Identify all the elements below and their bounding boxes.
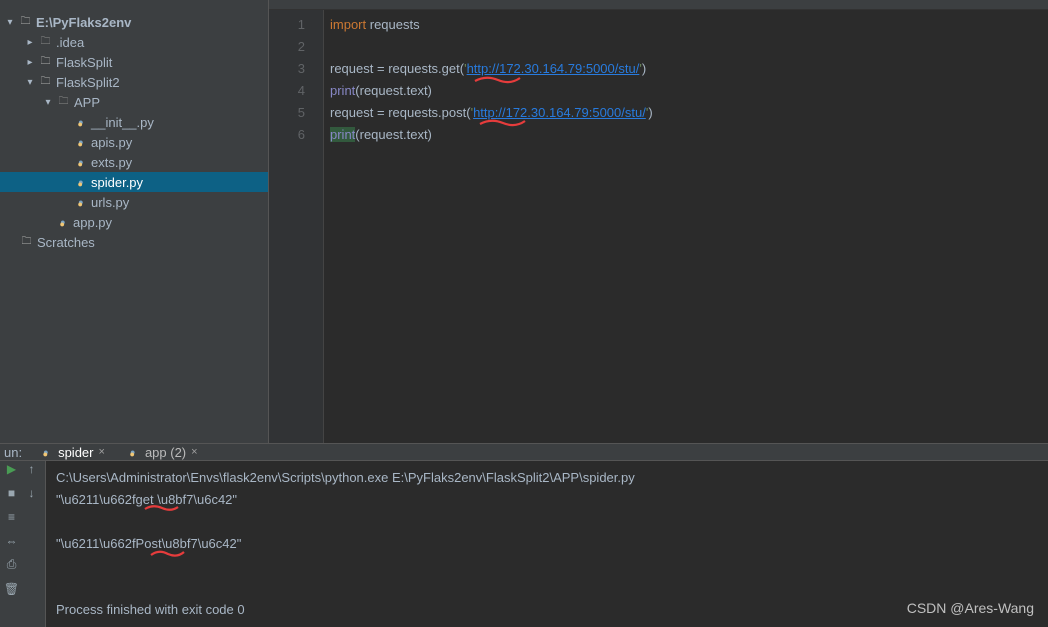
run-tab-label: spider bbox=[58, 445, 93, 460]
tree-label: FlaskSplit2 bbox=[54, 75, 120, 90]
console-line: Process finished with exit code 0 bbox=[56, 599, 1038, 621]
tree-label: urls.py bbox=[89, 195, 129, 210]
run-panel: un: spider × app (2) × ▶ ■ ≡ ⇔ ⎙ 🗑 ↑ ↓ C:\U… bbox=[0, 444, 1048, 627]
console-line bbox=[56, 555, 1038, 577]
python-file-icon bbox=[73, 175, 88, 190]
tree-item[interactable]: apis.py bbox=[0, 132, 268, 152]
console-line bbox=[56, 577, 1038, 599]
tree-item[interactable]: __init__.py bbox=[0, 112, 268, 132]
project-toolbar bbox=[0, 0, 268, 10]
delete-icon[interactable]: 🗑 bbox=[4, 581, 19, 596]
run-tab[interactable]: app (2) × bbox=[123, 445, 200, 460]
code-editor[interactable]: 123456 import requests request = request… bbox=[269, 10, 1048, 443]
tree-item[interactable]: 🗀.idea bbox=[0, 32, 268, 52]
tree-label: Scratches bbox=[35, 235, 95, 250]
python-file-icon bbox=[73, 155, 88, 170]
code-line[interactable] bbox=[330, 36, 653, 58]
console-line: "\u6211\u662fPost\u8bf7\u6c42" bbox=[56, 533, 1038, 555]
chevron-down-icon[interactable] bbox=[23, 77, 37, 88]
tree-item[interactable]: urls.py bbox=[0, 192, 268, 212]
tree-item[interactable]: 🗀FlaskSplit2 bbox=[0, 72, 268, 92]
tree-root[interactable]: 🗀 E:\PyFlaks2env bbox=[0, 12, 268, 32]
python-file-icon bbox=[38, 445, 53, 460]
tree-item[interactable]: exts.py bbox=[0, 152, 268, 172]
run-tab-label: app (2) bbox=[145, 445, 186, 460]
close-icon[interactable]: × bbox=[191, 446, 197, 458]
tree-label: E:\PyFlaks2env bbox=[34, 15, 131, 30]
run-tab[interactable]: spider × bbox=[36, 445, 107, 460]
folder-icon: 🗀 bbox=[38, 75, 53, 90]
soft-wrap-icon[interactable]: ⇔ bbox=[4, 533, 19, 548]
layout-icon[interactable]: ≡ bbox=[4, 509, 19, 524]
tree-label: spider.py bbox=[89, 175, 143, 190]
tree-label: __init__.py bbox=[89, 115, 154, 130]
chevron-down-icon[interactable] bbox=[3, 17, 17, 28]
tree-label: exts.py bbox=[89, 155, 132, 170]
folder-icon: 🗀 bbox=[19, 235, 34, 250]
close-icon[interactable]: × bbox=[99, 446, 105, 458]
red-annotation bbox=[150, 543, 186, 565]
tree-label: app.py bbox=[71, 215, 112, 230]
folder-icon: 🗀 bbox=[38, 35, 53, 50]
stop-icon[interactable]: ■ bbox=[4, 485, 19, 500]
tree-item[interactable]: 🗀Scratches bbox=[0, 232, 268, 252]
tree-label: APP bbox=[72, 95, 100, 110]
tree-item[interactable]: 🗀APP bbox=[0, 92, 268, 112]
console-line: "\u6211\u662fget \u8bf7\u6c42" bbox=[56, 489, 1038, 511]
tree-item[interactable]: app.py bbox=[0, 212, 268, 232]
print-icon[interactable]: ⎙ bbox=[4, 557, 19, 572]
red-annotation bbox=[474, 70, 522, 92]
console-line: C:\Users\Administrator\Envs\flask2env\Sc… bbox=[56, 467, 1038, 489]
folder-icon: 🗀 bbox=[18, 15, 33, 30]
tree-label: .idea bbox=[54, 35, 84, 50]
run-tabs: un: spider × app (2) × bbox=[0, 444, 1048, 461]
python-file-icon bbox=[125, 445, 140, 460]
down-icon[interactable]: ↓ bbox=[24, 485, 39, 500]
chevron-right-icon[interactable] bbox=[23, 57, 37, 68]
chevron-right-icon[interactable] bbox=[23, 37, 37, 48]
python-file-icon bbox=[73, 195, 88, 210]
tree-item[interactable]: spider.py bbox=[0, 172, 268, 192]
rerun-icon[interactable]: ▶ bbox=[4, 461, 19, 476]
code-line[interactable]: import requests bbox=[330, 14, 653, 36]
python-file-icon bbox=[55, 215, 70, 230]
python-file-icon bbox=[73, 115, 88, 130]
run-panel-label: un: bbox=[4, 445, 22, 460]
up-icon[interactable]: ↑ bbox=[24, 461, 39, 476]
tree-label: FlaskSplit bbox=[54, 55, 112, 70]
console-line bbox=[56, 511, 1038, 533]
run-console[interactable]: C:\Users\Administrator\Envs\flask2env\Sc… bbox=[46, 461, 1048, 627]
project-tree[interactable]: 🗀 E:\PyFlaks2env 🗀.idea🗀FlaskSplit🗀Flask… bbox=[0, 10, 268, 252]
project-sidebar: 🗀 E:\PyFlaks2env 🗀.idea🗀FlaskSplit🗀Flask… bbox=[0, 0, 269, 443]
chevron-down-icon[interactable] bbox=[41, 97, 55, 108]
run-toolbar: ▶ ■ ≡ ⇔ ⎙ 🗑 ↑ ↓ bbox=[0, 461, 46, 627]
tree-item[interactable]: 🗀FlaskSplit bbox=[0, 52, 268, 72]
red-annotation bbox=[144, 497, 180, 519]
folder-icon: 🗀 bbox=[56, 95, 71, 110]
code-content[interactable]: import requests request = requests.get('… bbox=[324, 10, 653, 443]
editor-tabs[interactable] bbox=[269, 0, 1048, 10]
editor-area: 123456 import requests request = request… bbox=[269, 0, 1048, 443]
python-file-icon bbox=[73, 135, 88, 150]
folder-icon: 🗀 bbox=[38, 55, 53, 70]
gutter: 123456 bbox=[269, 10, 324, 443]
tree-label: apis.py bbox=[89, 135, 132, 150]
watermark: CSDN @Ares-Wang bbox=[907, 597, 1034, 619]
red-annotation bbox=[479, 114, 527, 136]
